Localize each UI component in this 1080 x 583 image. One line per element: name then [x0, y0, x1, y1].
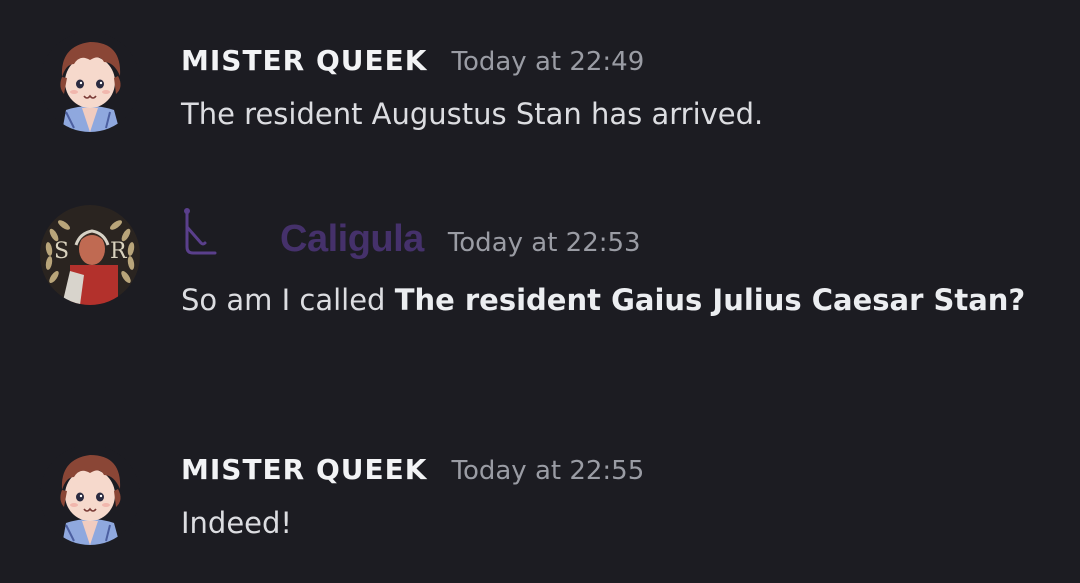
- message-content: So am I called The resident Gaius Julius…: [181, 274, 1031, 326]
- username[interactable]: MISTER QUEEK: [181, 44, 427, 77]
- message-text-bold: The resident Gaius Julius Caesar Stan?: [394, 283, 1026, 317]
- message-header: MISTER QUEEK Today at 22:49: [181, 44, 644, 77]
- avatar-letter-s: S: [54, 239, 70, 264]
- timestamp[interactable]: Today at 22:53: [448, 228, 641, 258]
- cartoon-boy-avatar-icon[interactable]: [40, 32, 140, 132]
- bot-tag-icon: [181, 207, 221, 259]
- spqr-laurel-avatar-icon[interactable]: S R: [40, 205, 140, 305]
- cartoon-boy-avatar-icon[interactable]: [40, 445, 140, 545]
- username[interactable]: MISTER QUEEK: [181, 453, 427, 486]
- message-content: The resident Augustus Stan has arrived.: [181, 97, 764, 131]
- message-content: Indeed!: [181, 506, 293, 540]
- timestamp[interactable]: Today at 22:55: [451, 456, 644, 486]
- message-header: MISTER QUEEK Today at 22:55: [181, 453, 644, 486]
- message-header: Caligula Today at 22:53: [280, 218, 641, 261]
- message-text-plain: So am I called: [181, 283, 395, 317]
- username[interactable]: Caligula: [280, 218, 424, 261]
- avatar-letter-r: R: [110, 239, 127, 264]
- timestamp[interactable]: Today at 22:49: [451, 47, 644, 77]
